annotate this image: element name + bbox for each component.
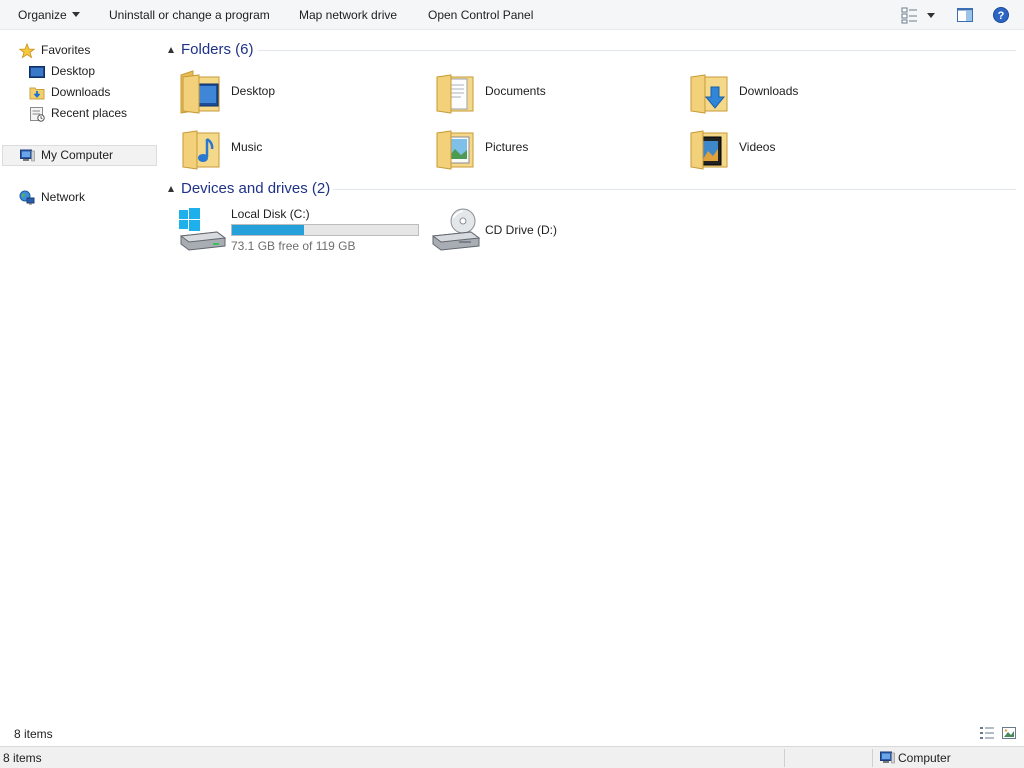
drives-group-header[interactable]: Devices and drives (2)	[168, 178, 331, 200]
details-strip: 8 items	[0, 723, 1024, 745]
nav-item-desktop[interactable]: Desktop	[29, 61, 149, 82]
nav-favorites-label: Favorites	[41, 43, 91, 57]
nav-item-my-computer[interactable]: My Computer	[2, 145, 157, 166]
star-icon	[18, 42, 36, 59]
file-list-pane: Folders (6) Desktop Documents Downloads …	[160, 31, 1024, 711]
nav-item-label: Downloads	[51, 85, 111, 99]
drive-usage-bar	[231, 224, 419, 236]
recent-places-icon	[29, 106, 45, 122]
downloads-folder-icon	[29, 85, 45, 101]
hard-drive-icon	[177, 206, 227, 254]
group-divider	[258, 50, 1016, 51]
folders-group-title: Folders (6)	[181, 41, 254, 58]
status-zone-label: Computer	[898, 751, 951, 765]
drive-free-space: 73.1 GB free of 119 GB	[231, 239, 356, 253]
computer-icon	[19, 148, 35, 164]
drive-usage-fill	[232, 225, 304, 235]
music-folder-icon	[177, 123, 225, 171]
drive-tile-local-disk-c[interactable]: Local Disk (C:) 73.1 GB free of 119 GB	[177, 206, 427, 258]
collapse-triangle-icon	[168, 186, 174, 192]
documents-folder-icon	[431, 67, 479, 115]
folder-label: Documents	[485, 84, 546, 98]
computer-icon	[879, 750, 895, 766]
folder-tile-music[interactable]: Music	[177, 123, 427, 175]
collapse-triangle-icon	[168, 47, 174, 53]
navigation-pane: Favorites Desktop Downloads Recent place…	[0, 31, 160, 744]
view-options-chevron-icon[interactable]	[925, 6, 937, 24]
nav-item-label: Recent places	[51, 106, 128, 120]
folder-tile-documents[interactable]: Documents	[431, 67, 681, 119]
nav-item-label: Desktop	[51, 64, 96, 78]
status-separator	[784, 749, 785, 767]
status-bar: 8 items Computer	[0, 746, 1024, 768]
nav-item-label: Network	[41, 190, 86, 204]
folder-tile-videos[interactable]: Videos	[685, 123, 935, 175]
change-view-icon[interactable]	[901, 6, 919, 24]
downloads-folder-icon	[685, 67, 733, 115]
status-separator	[872, 749, 873, 767]
open-control-panel-button[interactable]: Open Control Panel	[428, 0, 533, 30]
folder-tile-downloads[interactable]: Downloads	[685, 67, 935, 119]
folder-label: Downloads	[739, 84, 799, 98]
organize-label: Organize	[18, 8, 67, 22]
nav-item-downloads[interactable]: Downloads	[29, 82, 149, 103]
nav-favorites[interactable]: Favorites	[18, 40, 149, 61]
large-icons-view-button[interactable]	[1001, 726, 1017, 740]
svg-text:?: ?	[998, 10, 1005, 22]
folder-label: Desktop	[231, 84, 276, 98]
desktop-folder-icon	[177, 67, 225, 115]
folder-tile-desktop[interactable]: Desktop	[177, 67, 427, 119]
nav-item-recent-places[interactable]: Recent places	[29, 103, 149, 124]
group-divider	[333, 189, 1016, 190]
item-count: 8 items	[14, 727, 53, 741]
details-view-button[interactable]	[979, 726, 995, 740]
network-icon	[19, 190, 35, 206]
folder-label: Music	[231, 140, 263, 154]
folder-label: Videos	[739, 140, 776, 154]
cd-drive-icon	[431, 206, 481, 254]
folders-group-header[interactable]: Folders (6)	[168, 39, 254, 61]
drive-tile-cd-drive-d[interactable]: CD Drive (D:)	[431, 206, 631, 258]
videos-folder-icon	[685, 123, 733, 171]
uninstall-program-button[interactable]: Uninstall or change a program	[109, 0, 270, 30]
organize-button[interactable]: Organize	[18, 0, 80, 30]
command-bar: Organize Uninstall or change a program M…	[0, 0, 1024, 30]
drives-group-title: Devices and drives (2)	[181, 180, 331, 197]
help-icon[interactable]: ?	[992, 6, 1010, 24]
chevron-down-icon	[71, 12, 80, 17]
folder-label: Pictures	[485, 140, 529, 154]
drive-label: Local Disk (C:)	[231, 207, 310, 221]
pictures-folder-icon	[431, 123, 479, 171]
nav-item-label: My Computer	[41, 148, 114, 162]
status-item-count: 8 items	[3, 751, 42, 765]
map-network-drive-button[interactable]: Map network drive	[299, 0, 397, 30]
preview-pane-icon[interactable]	[956, 6, 974, 24]
desktop-icon	[29, 64, 45, 80]
folder-tile-pictures[interactable]: Pictures	[431, 123, 681, 175]
nav-item-network[interactable]: Network	[19, 187, 149, 208]
drive-label: CD Drive (D:)	[485, 223, 557, 237]
